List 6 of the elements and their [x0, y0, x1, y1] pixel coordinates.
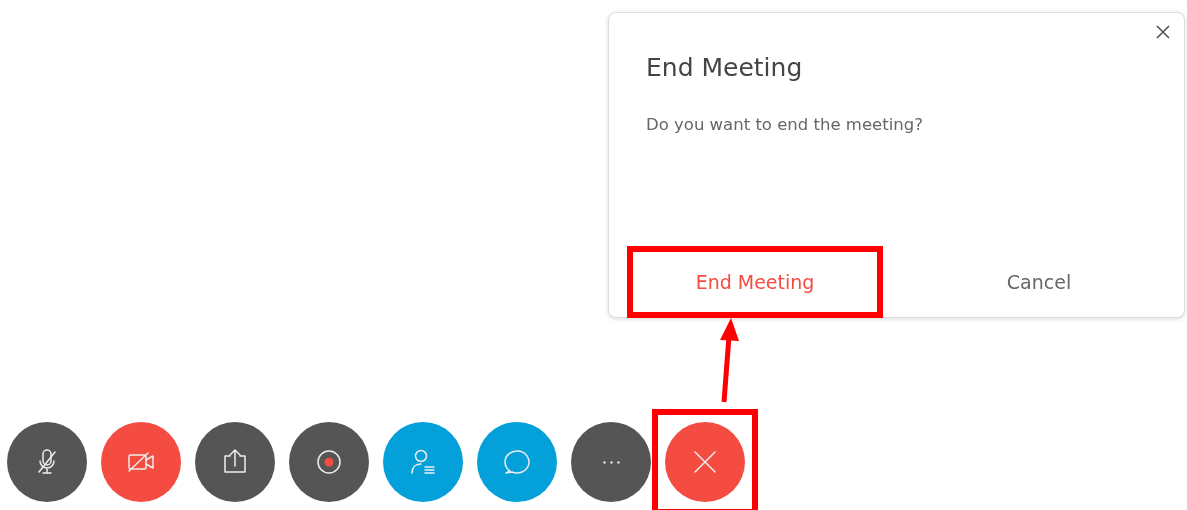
cancel-button[interactable]: Cancel [911, 246, 1167, 318]
dialog-title: End Meeting [646, 53, 804, 82]
close-icon[interactable] [1156, 25, 1170, 39]
end-meeting-button[interactable]: End Meeting [627, 246, 883, 318]
dialog-message: Do you want to end the meeting? [646, 115, 924, 134]
more-icon [602, 460, 620, 464]
